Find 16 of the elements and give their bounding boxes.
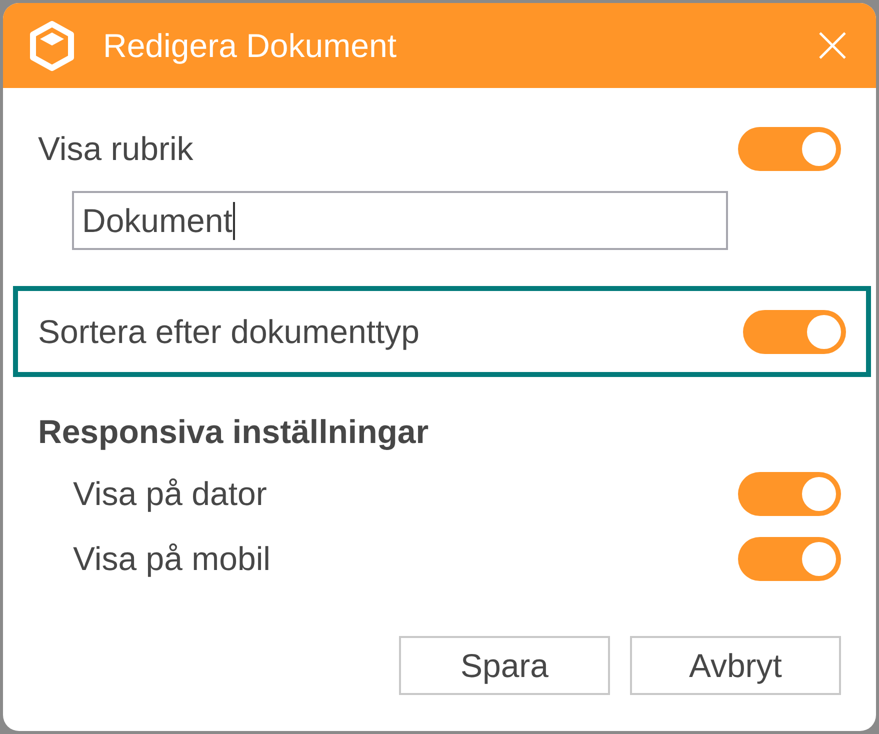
save-button[interactable]: Spara: [399, 636, 610, 695]
toggle-switch[interactable]: [743, 310, 846, 354]
setting-label: Sortera efter dokumenttyp: [38, 312, 420, 350]
toggle-switch[interactable]: [738, 127, 841, 171]
dialog-title: Redigera Dokument: [103, 26, 396, 64]
toggle-switch[interactable]: [738, 537, 841, 581]
text-input[interactable]: Dokument: [72, 191, 728, 250]
setting-label: Visa på mobil: [73, 540, 271, 578]
section-heading: Responsiva inställningar: [38, 413, 429, 451]
setting-row[interactable]: Sortera efter dokumenttyp: [13, 286, 871, 377]
setting-label: Visa rubrik: [38, 130, 194, 168]
box-icon: [30, 20, 74, 70]
toggle-switch[interactable]: [738, 472, 841, 516]
cancel-button[interactable]: Avbryt: [630, 636, 841, 695]
setting-label: Visa på dator: [73, 475, 267, 513]
close-icon[interactable]: [819, 32, 846, 59]
